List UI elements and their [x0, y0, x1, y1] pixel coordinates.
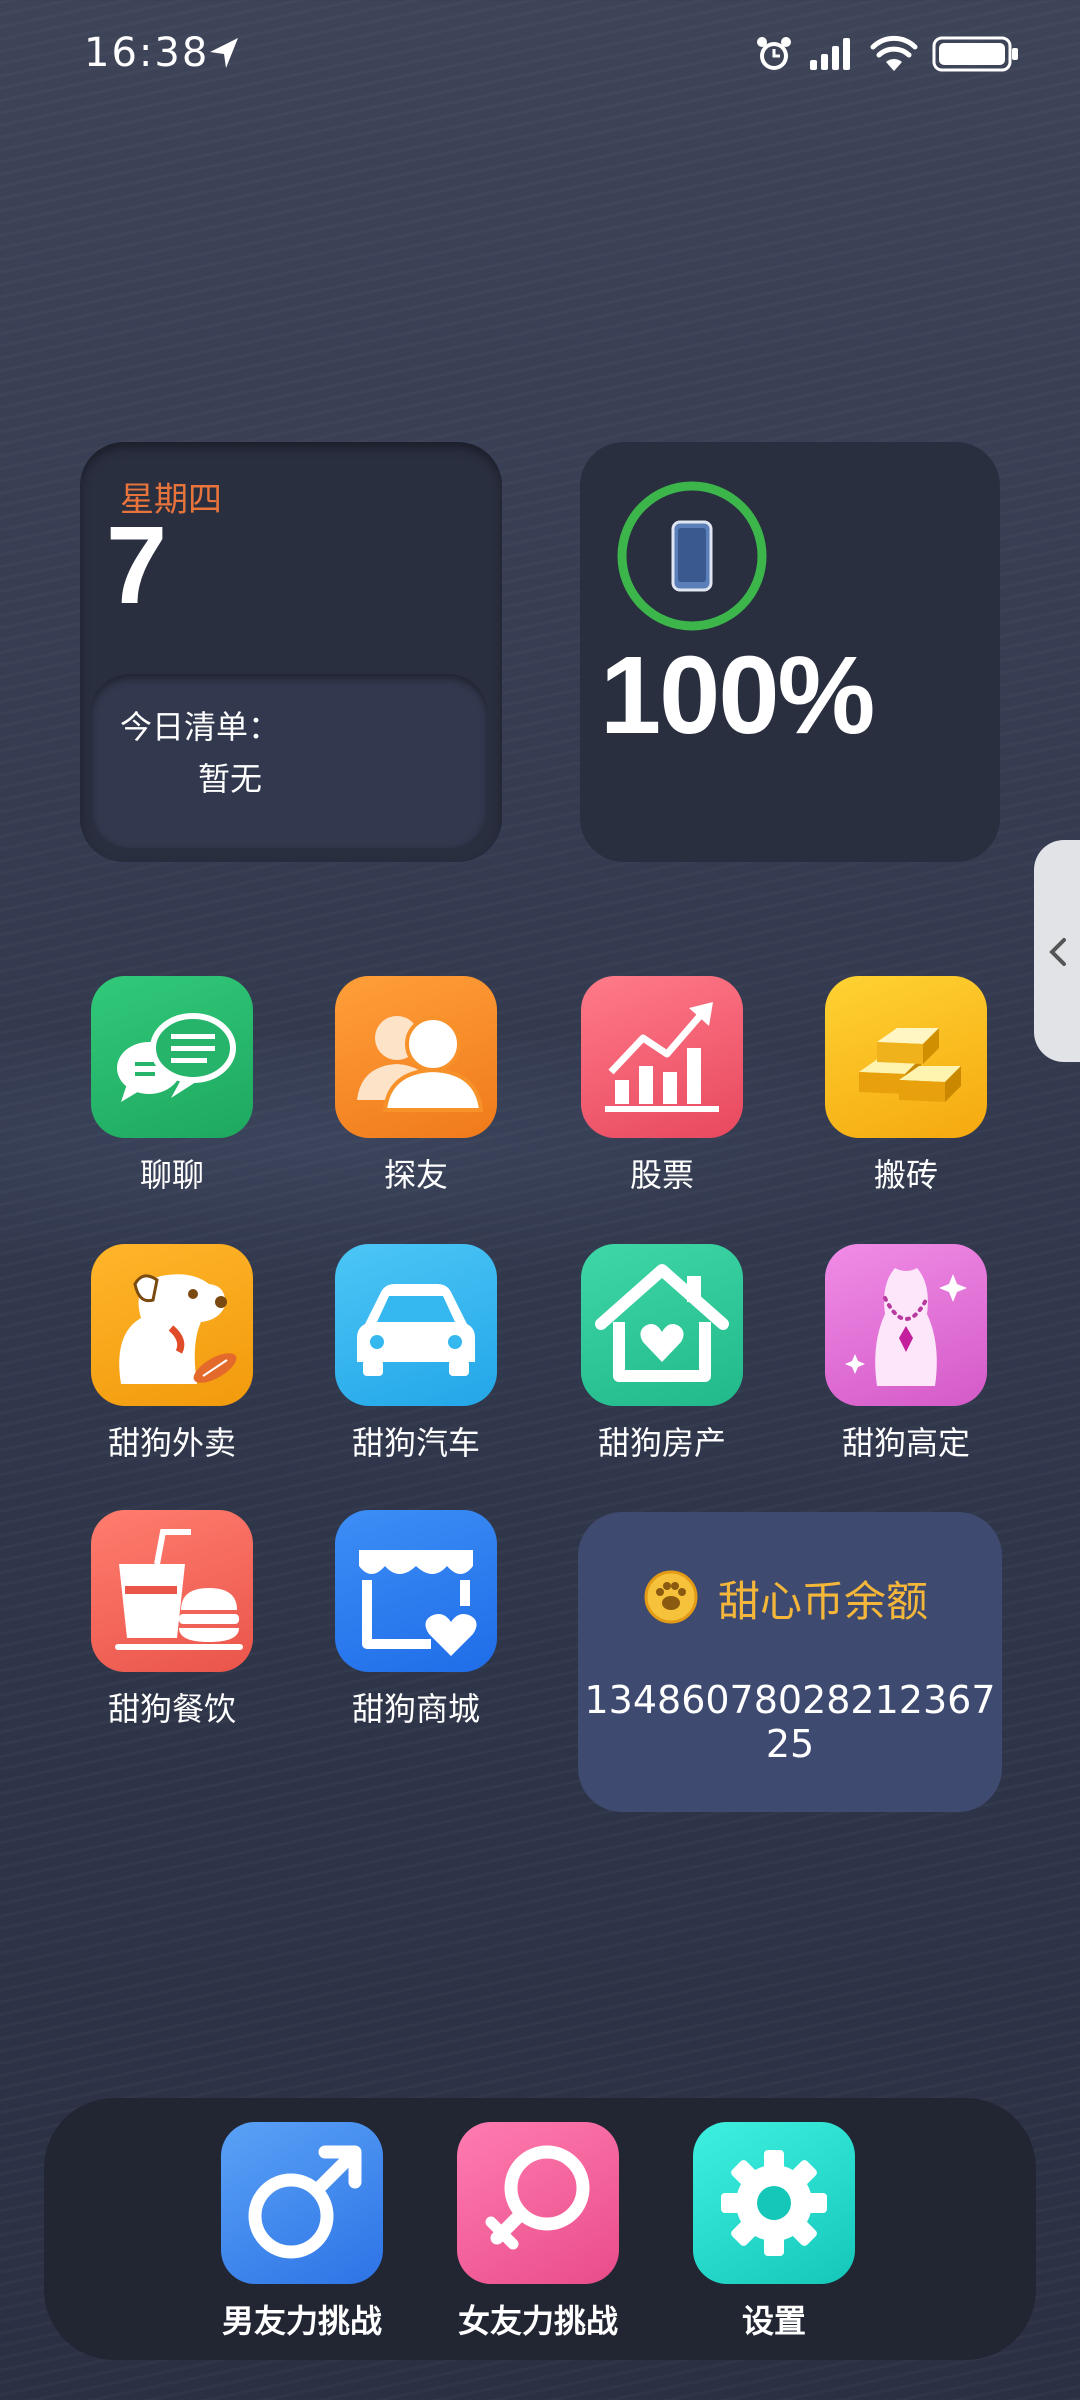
chat-bubbles-icon	[91, 976, 253, 1138]
necklace-icon	[825, 1244, 987, 1406]
gear-icon	[693, 2122, 855, 2284]
coin-balance-title: 甜心币余额	[718, 1577, 929, 1626]
house-heart-icon	[581, 1244, 743, 1406]
app-girlfriend-challenge[interactable]: 女友力挑战	[438, 2122, 638, 2342]
app-dog-dining[interactable]: 甜狗餐饮	[72, 1510, 272, 1730]
status-bar: 16:38	[0, 0, 1080, 110]
app-label: 股票	[629, 1156, 694, 1194]
signal-icon	[810, 38, 850, 70]
app-label: 甜狗商城	[351, 1690, 480, 1728]
app-label: 聊聊	[139, 1156, 204, 1194]
status-icons	[754, 34, 1020, 74]
coin-balance-value: 13486078028212367​25	[584, 1678, 996, 1766]
app-label: 男友力挑战	[221, 2302, 382, 2340]
food-drink-icon	[91, 1510, 253, 1672]
app-stocks[interactable]: 股票	[562, 976, 762, 1196]
male-symbol-icon	[221, 2122, 383, 2284]
app-dog-couture[interactable]: 甜狗高定	[806, 1244, 1006, 1464]
chevron-left-icon	[1049, 938, 1066, 966]
female-symbol-icon	[457, 2122, 619, 2284]
battery-widget[interactable]: 100%	[580, 442, 1000, 862]
people-icon	[335, 976, 497, 1138]
app-label: 甜狗外卖	[107, 1424, 236, 1462]
car-icon	[335, 1244, 497, 1406]
todo-title: 今日清单：	[120, 708, 281, 746]
app-label: 甜狗汽车	[351, 1424, 480, 1462]
dog-icon	[91, 1244, 253, 1406]
status-time: 16:38	[84, 30, 210, 76]
location-arrow-icon	[210, 38, 238, 68]
app-boyfriend-challenge[interactable]: 男友力挑战	[202, 2122, 402, 2342]
app-label: 女友力挑战	[457, 2302, 618, 2340]
todo-value: 暂无	[198, 760, 263, 798]
stock-chart-icon	[581, 976, 743, 1138]
app-label: 设置	[741, 2302, 806, 2340]
battery-percent: 100%	[600, 634, 875, 757]
battery-ring	[617, 481, 767, 631]
app-label: 甜狗餐饮	[107, 1690, 236, 1728]
app-dog-delivery[interactable]: 甜狗外卖	[72, 1244, 272, 1464]
date-widget[interactable]: 星期四 7 今日清单： 暂无	[80, 442, 502, 862]
app-label: 探友	[383, 1156, 448, 1194]
app-label: 搬砖	[873, 1156, 938, 1194]
coin-balance-widget[interactable]: 甜心币余额 13486078028212367​25	[578, 1512, 1002, 1812]
phone-icon	[671, 520, 713, 592]
app-label: 甜狗房产	[597, 1424, 726, 1462]
app-settings[interactable]: 设置	[674, 2122, 874, 2342]
app-dog-car[interactable]: 甜狗汽车	[316, 1244, 516, 1464]
app-dog-mall[interactable]: 甜狗商城	[316, 1510, 516, 1730]
day-number: 7	[106, 504, 168, 627]
app-label: 甜狗高定	[841, 1424, 970, 1462]
store-heart-icon	[335, 1510, 497, 1672]
dock: 男友力挑战 女友力挑战 设置	[44, 2098, 1036, 2360]
wifi-icon	[870, 35, 918, 71]
app-dog-realestate[interactable]: 甜狗房产	[562, 1244, 762, 1464]
app-chat[interactable]: 聊聊	[72, 976, 272, 1196]
alarm-icon	[757, 37, 791, 70]
wallpaper-texture	[0, 0, 1080, 2400]
app-brick[interactable]: 搬砖	[806, 976, 1006, 1196]
battery-icon	[932, 36, 1018, 72]
app-friends[interactable]: 探友	[316, 976, 516, 1196]
gold-bars-icon	[825, 976, 987, 1138]
todo-box[interactable]: 今日清单： 暂无	[90, 674, 488, 848]
side-drawer-handle[interactable]	[1034, 840, 1080, 1062]
paw-coin-icon	[644, 1570, 698, 1624]
